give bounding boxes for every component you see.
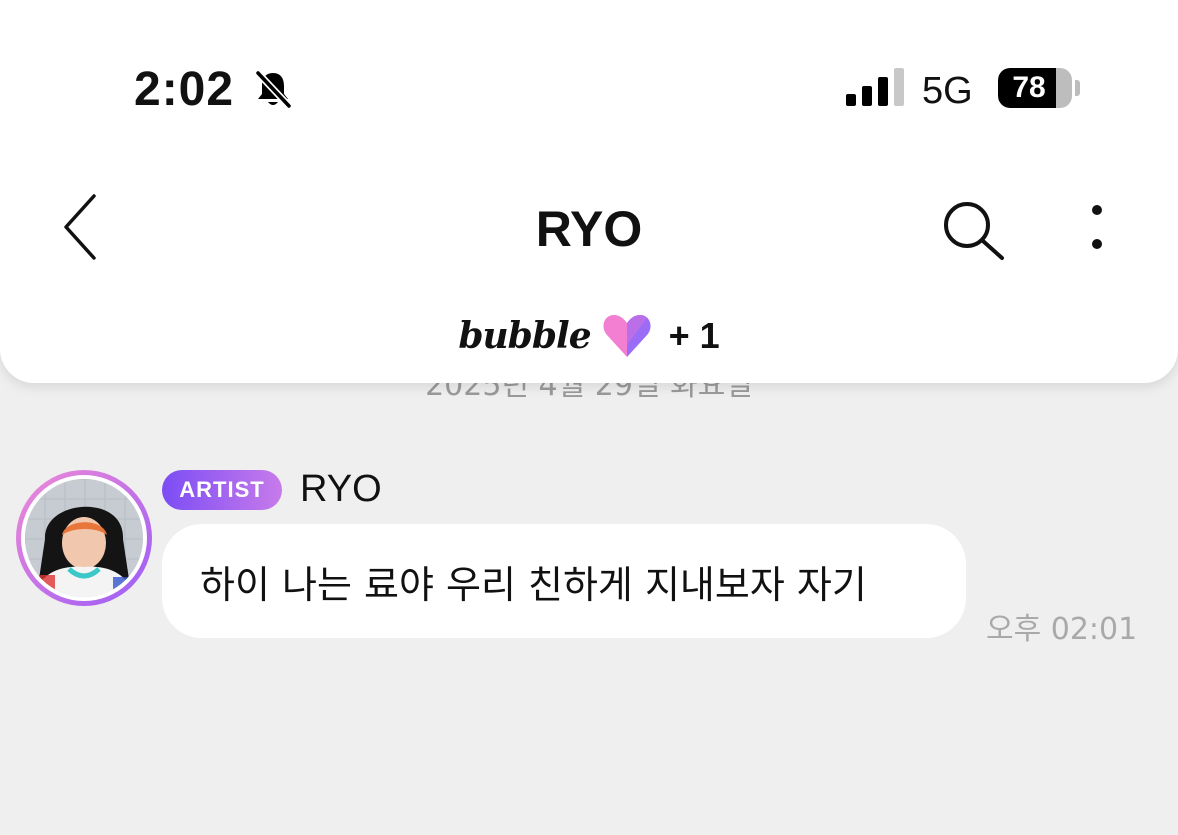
signal-icon — [846, 68, 904, 106]
back-icon[interactable] — [58, 192, 104, 262]
more-vertical-icon[interactable] — [1080, 200, 1114, 256]
sender-name[interactable]: RYO — [300, 468, 382, 511]
message-bubble[interactable]: 하이 나는 료야 우리 친하게 지내보자 자기 — [162, 524, 966, 638]
avatar[interactable] — [16, 470, 152, 606]
bubble-count: + 1 — [668, 315, 720, 356]
status-time: 2:02 — [134, 63, 235, 116]
profile-photo-icon — [25, 479, 143, 597]
battery-percent: 78 — [1012, 71, 1046, 104]
header-card: 2:02 5G 78 RYO bubble + 1 — [0, 0, 1178, 383]
battery-icon: 78 — [998, 68, 1072, 108]
bubble-logo: bubble — [458, 315, 591, 357]
chat-screen: 2025년 4월 29일 화요일 2:02 5G 78 RYO bubble +… — [0, 0, 1178, 835]
battery-tip — [1075, 80, 1080, 96]
heart-icon — [603, 315, 651, 357]
search-icon[interactable] — [940, 198, 1008, 262]
message-text: 하이 나는 료야 우리 친하게 지내보자 자기 — [200, 562, 867, 607]
network-label: 5G — [922, 70, 973, 112]
message-timestamp: 오후 02:01 — [986, 612, 1138, 647]
avatar-image — [21, 475, 147, 601]
bubble-promo[interactable]: bubble + 1 — [0, 308, 1178, 364]
bell-slash-icon — [255, 70, 292, 109]
artist-badge: ARTIST — [162, 470, 282, 510]
